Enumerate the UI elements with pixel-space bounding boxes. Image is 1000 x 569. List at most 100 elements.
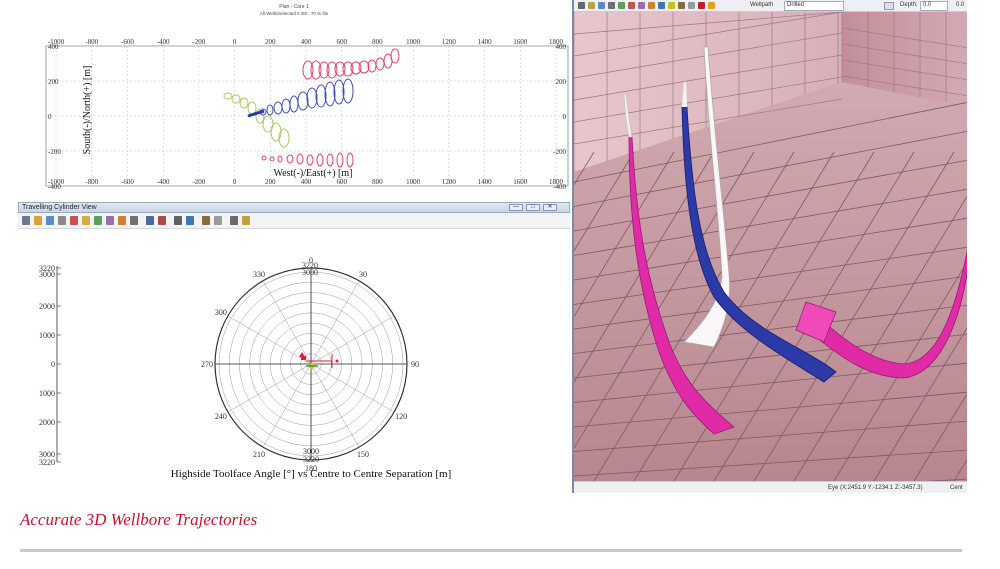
x-tick-top: -200 [192, 38, 205, 46]
y-tick-right: 0 [563, 113, 567, 121]
radial-tick: 0 [51, 360, 55, 369]
depth-input[interactable]: 0.0 [920, 1, 948, 11]
polar-axis-label: Highside Toolface Angle [°] vs Centre to… [171, 468, 452, 480]
y-tick-left: 200 [48, 78, 59, 86]
inner-tick-3000-top: 3000 [302, 268, 318, 277]
y-tick-left: 0 [48, 113, 52, 121]
layers-icon[interactable] [678, 2, 685, 9]
3d-scene[interactable] [574, 12, 967, 481]
open-icon[interactable] [34, 216, 42, 225]
y-tick-left: 400 [48, 43, 59, 51]
y-axis-label: South(-)/North(+) [m] [82, 66, 93, 155]
3d-view-window[interactable]: Wellpath Drilled Depth: 0.0 0.0 Eye (X:2… [572, 0, 967, 493]
measure-icon[interactable] [688, 2, 695, 9]
layers-icon[interactable] [202, 216, 210, 225]
radial-tick: 3220 [39, 458, 55, 467]
x-tick-top: 200 [265, 38, 276, 46]
copy-icon[interactable] [58, 216, 66, 225]
travelling-cylinder-plot: 0 30 90 120 150 180 210 240 270 300 330 3220 3000 20… [18, 230, 570, 492]
rotate-icon[interactable] [658, 2, 665, 9]
wellpath-blue [259, 78, 354, 116]
y-tick-left: -400 [48, 183, 61, 191]
radial-tick: 1000 [39, 331, 55, 340]
target-icon[interactable] [158, 216, 166, 225]
filter-icon[interactable] [588, 2, 595, 9]
y-tick-right: -400 [553, 183, 566, 191]
x-tick-top: -400 [157, 38, 170, 46]
x-tick-bottom: 1000 [406, 178, 421, 186]
zoom-icon[interactable] [70, 216, 78, 225]
wellpath-red-north [302, 48, 400, 80]
print-icon[interactable] [22, 216, 30, 225]
plan-grid [45, 45, 569, 187]
save-icon[interactable] [46, 216, 54, 225]
stop-icon[interactable] [698, 2, 705, 9]
maximize-button[interactable]: □ [526, 204, 540, 211]
move-icon[interactable] [174, 216, 182, 225]
status-right: Cent [950, 485, 963, 491]
x-tick-bottom: 1200 [442, 178, 457, 186]
wells-icon[interactable] [628, 2, 635, 9]
x-tick-top: 1600 [513, 38, 528, 46]
chart-icon[interactable] [146, 216, 154, 225]
depth-value-2: 0.0 [956, 2, 965, 8]
plan-subtitle: All Wells/Selected 6 /60 : 70 % fits [260, 11, 329, 16]
export-icon[interactable] [230, 216, 238, 225]
x-tick-top: 400 [301, 38, 312, 46]
x-tick-bottom: 200 [265, 178, 276, 186]
x-tick-top: 0 [233, 38, 237, 46]
settings-icon[interactable] [130, 216, 138, 225]
minimize-button[interactable]: — [509, 204, 523, 211]
3d-status-bar: Eye (X:2451.9 Y:-1234.1 Z:-3457.3) Cent [574, 481, 967, 493]
x-tick-bottom: -200 [192, 178, 205, 186]
camera-icon[interactable] [638, 2, 645, 9]
x-tick-bottom: -400 [157, 178, 170, 186]
divider [20, 549, 962, 552]
x-tick-top: 800 [372, 38, 383, 46]
grid-icon[interactable] [94, 216, 102, 225]
save-icon[interactable] [608, 2, 615, 9]
cylinder-toolbar [18, 213, 570, 229]
zoom-icon[interactable] [648, 2, 655, 9]
x-tick-top: 1000 [406, 38, 421, 46]
pan-icon[interactable] [82, 216, 90, 225]
angle-label: 30 [359, 270, 367, 279]
help-icon[interactable] [242, 216, 250, 225]
wellpath-select[interactable]: Drilled [784, 1, 844, 11]
star-icon[interactable] [708, 2, 715, 9]
y-tick-right: 200 [556, 78, 567, 86]
angle-label: 90 [411, 360, 419, 369]
fit-icon[interactable] [186, 216, 194, 225]
measure-icon[interactable] [106, 216, 114, 225]
x-tick-bottom: 0 [233, 178, 237, 186]
angle-label: 210 [253, 450, 265, 459]
print-icon[interactable] [578, 2, 585, 9]
inner-tick-3220-bottom: 3220 [303, 455, 319, 464]
grid-icon[interactable] [618, 2, 625, 9]
x-tick-top: 600 [336, 38, 347, 46]
x-axis-label: West(-)/East(+) [m] [274, 168, 353, 179]
y-tick-right: 400 [556, 43, 567, 51]
radial-tick: 3000 [39, 270, 55, 279]
rotate-icon[interactable] [118, 216, 126, 225]
y-tick-right: -200 [553, 148, 566, 156]
x-tick-top: -800 [85, 38, 98, 46]
x-tick-top: 1400 [478, 38, 493, 46]
eye-coordinates: Eye (X:2451.9 Y:-1234.1 Z:-3457.3) [828, 485, 923, 491]
radial-tick: 2000 [39, 418, 55, 427]
filter-icon[interactable] [214, 216, 222, 225]
cylinder-window-titlebar[interactable]: Travelling Cylinder View — □ ✕ [18, 202, 570, 213]
angle-label: 120 [395, 412, 407, 421]
light-icon[interactable] [668, 2, 675, 9]
x-tick-bottom: 1600 [513, 178, 528, 186]
close-button[interactable]: ✕ [543, 204, 557, 211]
dropdown-arrow-icon[interactable] [884, 2, 894, 10]
radial-tick: 2000 [39, 302, 55, 311]
depth-label: Depth: [900, 2, 918, 8]
y-tick-left: -200 [48, 148, 61, 156]
angle-label: 240 [215, 412, 227, 421]
info-icon[interactable] [598, 2, 605, 9]
3d-toolbar: Wellpath Drilled Depth: 0.0 0.0 [574, 0, 967, 12]
x-tick-top: 1200 [442, 38, 457, 46]
wellpath-green [223, 92, 290, 148]
